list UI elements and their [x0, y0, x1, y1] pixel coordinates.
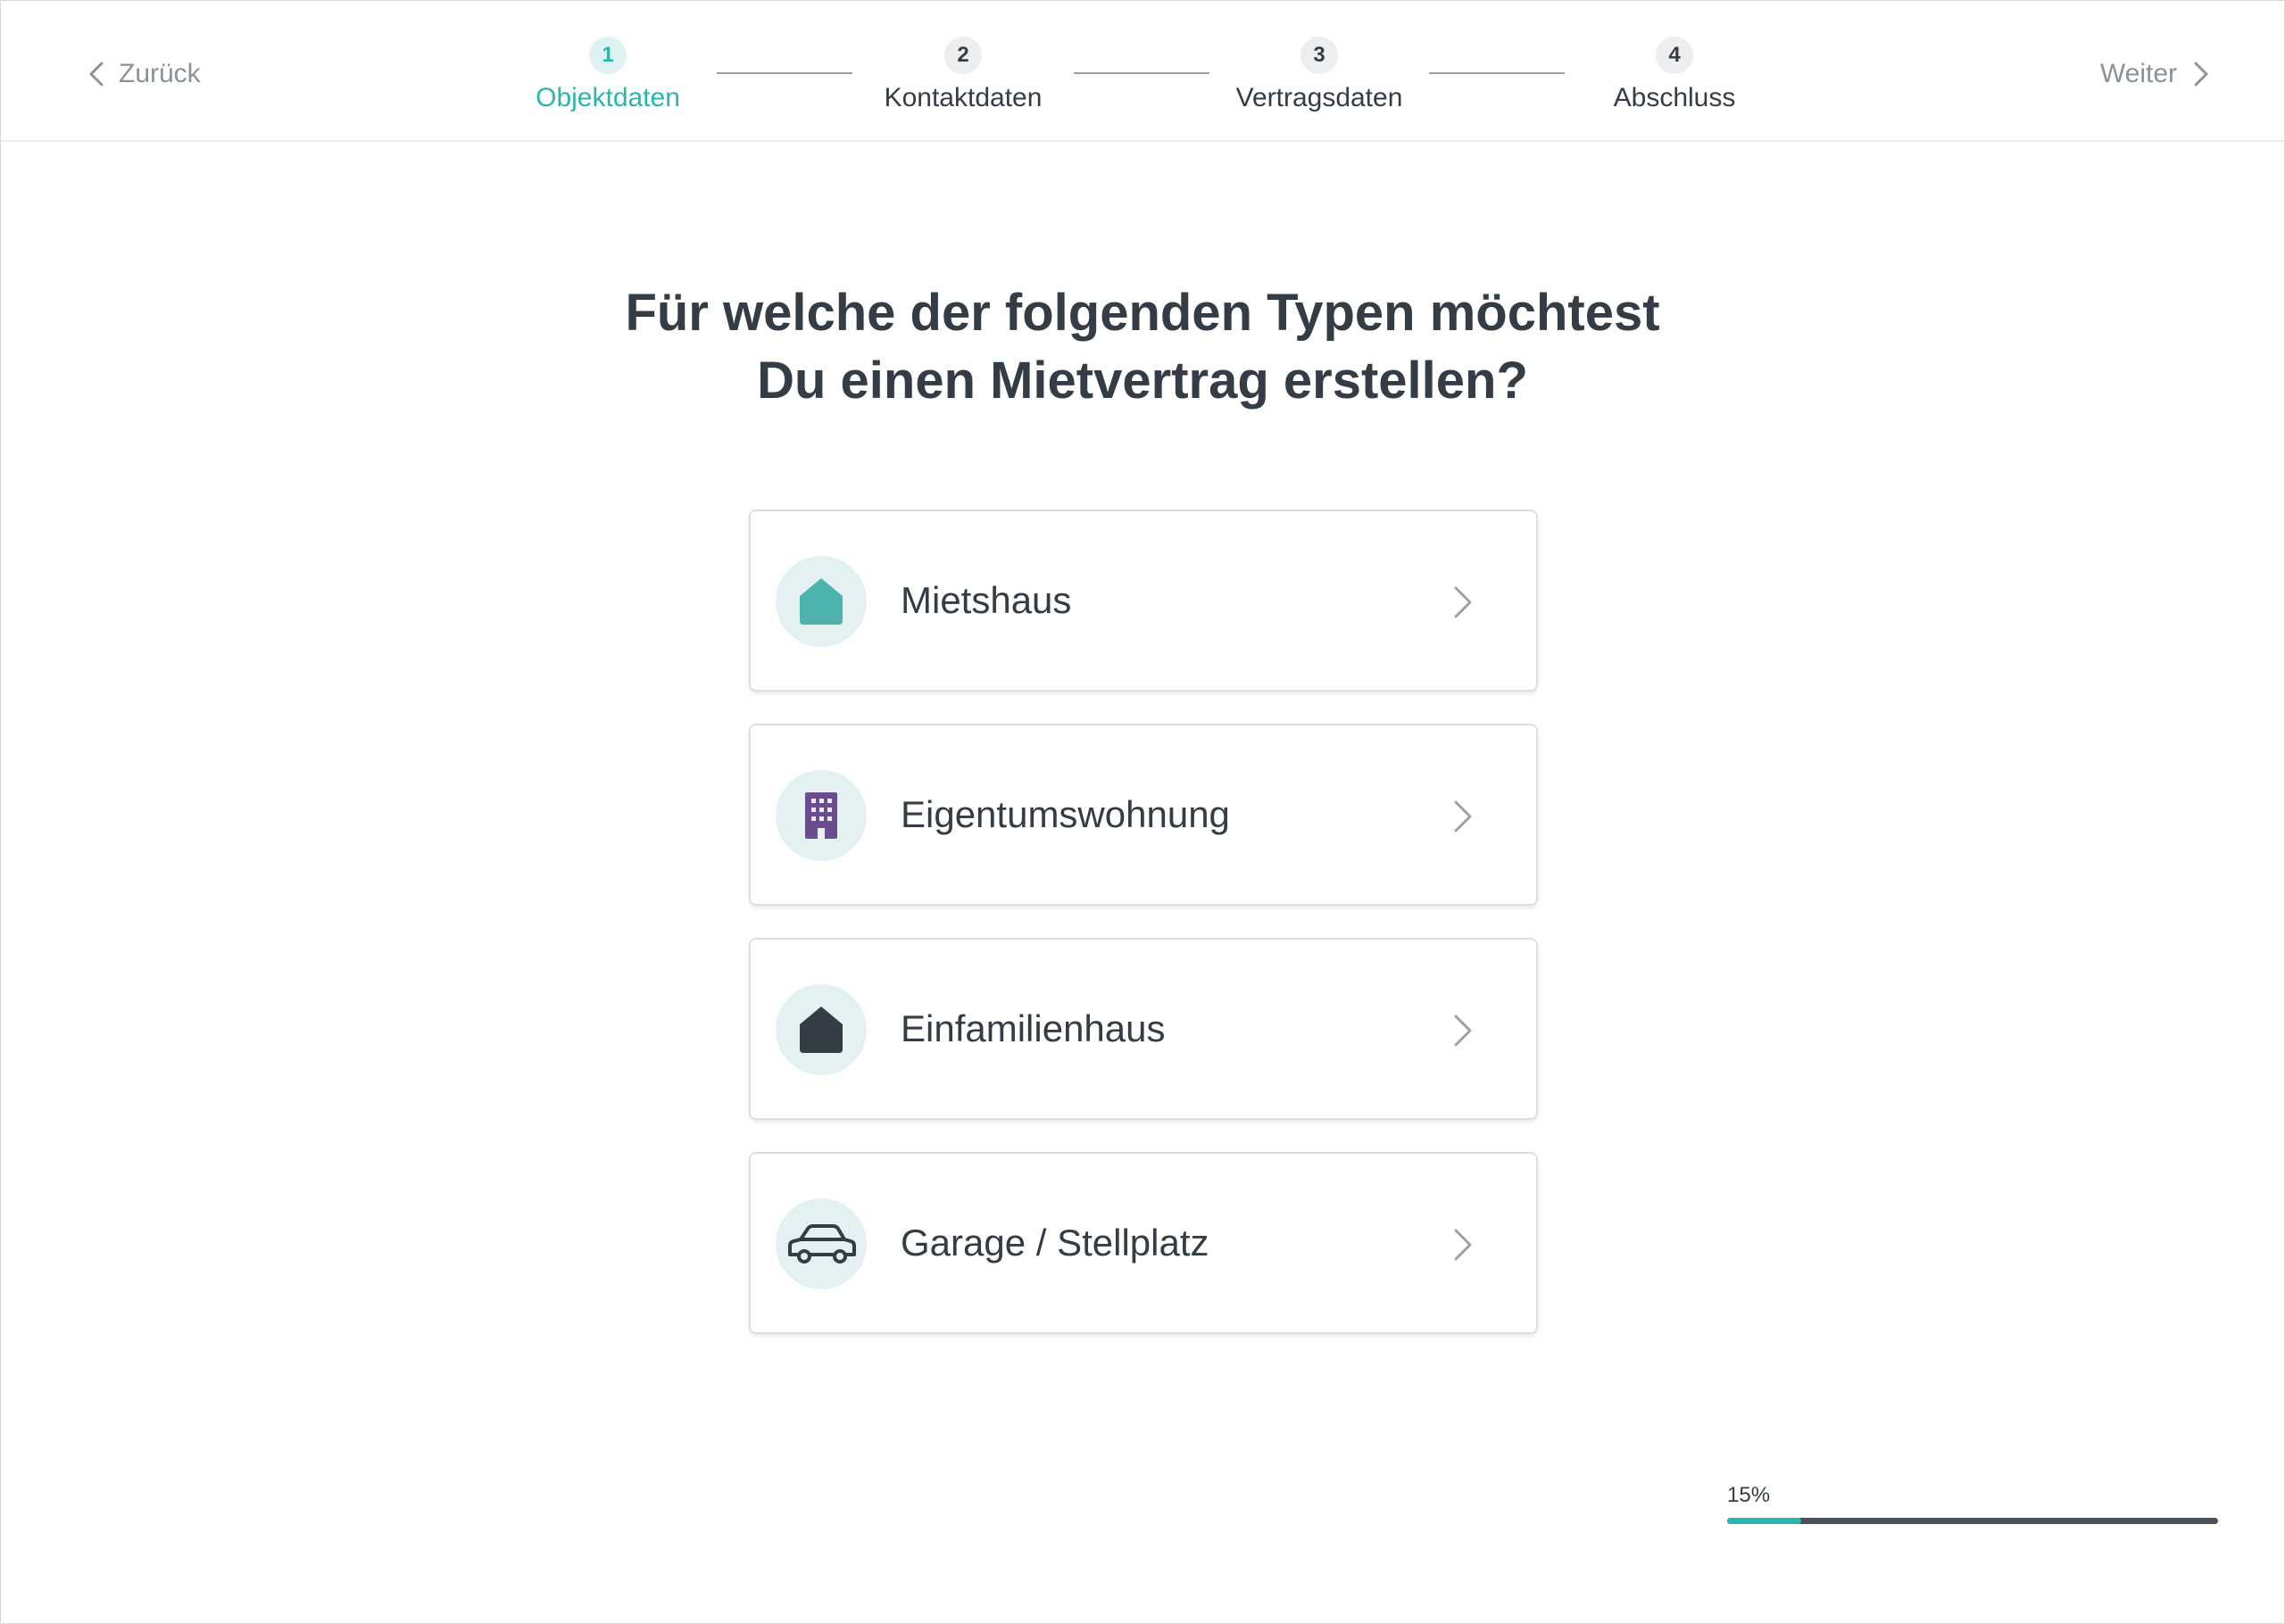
house-icon [800, 578, 843, 625]
option-label: Eigentumswohnung [901, 793, 1230, 835]
progress-stepper: 1 Objektdaten 2 Kontaktdaten 3 Vertragsd… [1, 1, 2284, 140]
step-vertragsdaten[interactable]: 3 Vertragsdaten [1212, 37, 1426, 113]
step-number: 4 [1656, 37, 1693, 74]
app-frame: Zurück 1 Objektdaten 2 Kontaktdaten 3 Ve… [0, 0, 2285, 1624]
step-label: Objektdaten [536, 83, 680, 112]
next-button-label: Weiter [2099, 59, 2177, 88]
option-label: Einfamilienhaus [901, 1007, 1166, 1049]
option-icon-background [776, 770, 867, 861]
step-number: 3 [1300, 37, 1338, 74]
chevron-right-icon [1454, 800, 1472, 833]
progress-indicator: 15% [1727, 1482, 2218, 1524]
progress-bar-track [1727, 1518, 2218, 1524]
step-label: Vertragsdaten [1235, 83, 1403, 112]
page-title-line-2: Du einen Mietvertrag erstellen? [757, 352, 1528, 410]
step-connector [1429, 72, 1565, 74]
option-eigentumswohnung[interactable]: Eigentumswohnung [749, 724, 1538, 906]
page-title-line-1: Für welche der folgenden Typen möchtest [625, 284, 1660, 342]
option-garage-stellplatz[interactable]: Garage / Stellplatz [749, 1152, 1538, 1334]
house-icon [800, 1007, 843, 1053]
progress-percentage: 15% [1727, 1483, 1771, 1507]
option-label: Mietshaus [901, 579, 1072, 621]
step-connector [717, 72, 852, 74]
property-type-options: Mietshaus Eigentumswohnung Einfamilienha… [749, 510, 1538, 1366]
option-icon-background [776, 556, 867, 647]
car-icon [788, 1224, 856, 1264]
next-button[interactable]: Weiter [2100, 53, 2209, 95]
option-icon-background [776, 1198, 867, 1289]
chevron-right-icon [1454, 1015, 1472, 1047]
apartment-building-icon [805, 792, 837, 839]
page-title: Für welche der folgenden Typen möchtest … [1, 279, 2284, 415]
chevron-right-icon [2194, 62, 2208, 87]
option-label: Garage / Stellplatz [901, 1222, 1209, 1264]
chevron-right-icon [1454, 1229, 1472, 1261]
chevron-right-icon [1454, 586, 1472, 618]
step-label: Kontaktdaten [884, 83, 1043, 112]
progress-bar-fill [1727, 1518, 1801, 1524]
step-connector [1074, 72, 1209, 74]
step-kontaktdaten[interactable]: 2 Kontaktdaten [856, 37, 1070, 113]
step-label: Abschluss [1613, 83, 1736, 112]
wizard-header: Zurück 1 Objektdaten 2 Kontaktdaten 3 Ve… [1, 1, 2284, 142]
step-abschluss[interactable]: 4 Abschluss [1567, 37, 1782, 113]
step-number: 2 [944, 37, 982, 74]
step-objektdaten[interactable]: 1 Objektdaten [501, 37, 715, 113]
option-mietshaus[interactable]: Mietshaus [749, 510, 1538, 692]
option-icon-background [776, 984, 867, 1075]
option-einfamilienhaus[interactable]: Einfamilienhaus [749, 938, 1538, 1120]
step-number: 1 [589, 37, 627, 74]
